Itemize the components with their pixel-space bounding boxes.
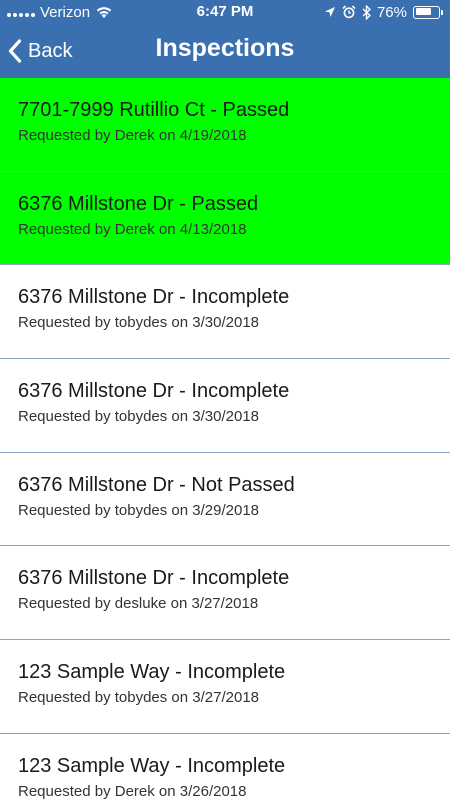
inspection-title: 6376 Millstone Dr - Not Passed	[18, 473, 295, 496]
battery-percent: 76%	[376, 3, 407, 21]
inspection-title: 7701-7999 Rutillio Ct - Passed	[18, 99, 290, 121]
inspection-requested-by: Requested by tobydes on 3/30/2018	[18, 408, 260, 426]
inspection-row[interactable]: 123 Sample Way - Incomplete Requested by …	[0, 640, 450, 734]
inspection-requested-by: Requested by Derek on 4/13/2018	[18, 220, 247, 238]
inspection-list: 7701-7999 Rutillio Ct - Passed Requested …	[0, 78, 450, 800]
inspection-requested-by: Requested by tobydes on 3/27/2018	[18, 689, 260, 707]
inspection-row[interactable]: 6376 Millstone Dr - Incomplete Requested …	[0, 546, 450, 641]
inspection-requested-by: Requested by Derek on 4/19/2018	[18, 127, 247, 144]
inspection-requested-by: Requested by desluke on 3/27/2018	[18, 595, 259, 613]
navigation-bar: Verizon 6:47 PM 76% Back Inspections	[0, 0, 450, 78]
inspection-row[interactable]: 123 Sample Way - Incomplete Requested by …	[0, 733, 450, 800]
status-right: 76%	[324, 3, 443, 21]
status-bar: Verizon 6:47 PM 76%	[0, 0, 450, 24]
inspection-title: 6376 Millstone Dr - Incomplete	[18, 567, 290, 590]
inspection-requested-by: Requested by Derek on 3/26/2018	[18, 782, 247, 800]
bluetooth-icon	[362, 4, 371, 20]
inspection-row[interactable]: 6376 Millstone Dr - Not Passed Requested …	[0, 452, 450, 547]
inspection-requested-by: Requested by tobydes on 3/30/2018	[18, 314, 260, 332]
inspection-title: 6376 Millstone Dr - Incomplete	[18, 380, 290, 403]
location-icon	[324, 7, 335, 17]
inspection-row[interactable]: 6376 Millstone Dr - Incomplete Requested …	[0, 359, 450, 453]
inspection-title: 6376 Millstone Dr - Incomplete	[18, 286, 290, 309]
page-title: Inspections	[155, 34, 295, 62]
inspection-requested-by: Requested by tobydes on 3/29/2018	[18, 501, 260, 519]
inspection-row[interactable]: 6376 Millstone Dr - Passed Requested by D…	[0, 171, 450, 266]
inspection-title: 6376 Millstone Dr - Passed	[18, 192, 259, 215]
alarm-icon	[342, 5, 356, 19]
battery-icon	[413, 5, 443, 19]
inspection-row[interactable]: 6376 Millstone Dr - Incomplete Requested …	[0, 265, 450, 360]
inspection-title: 123 Sample Way - Incomplete	[18, 661, 286, 684]
inspection-row[interactable]: 7701-7999 Rutillio Ct - Passed Requested …	[0, 78, 450, 172]
inspection-title: 123 Sample Way - Incomplete	[18, 754, 286, 777]
